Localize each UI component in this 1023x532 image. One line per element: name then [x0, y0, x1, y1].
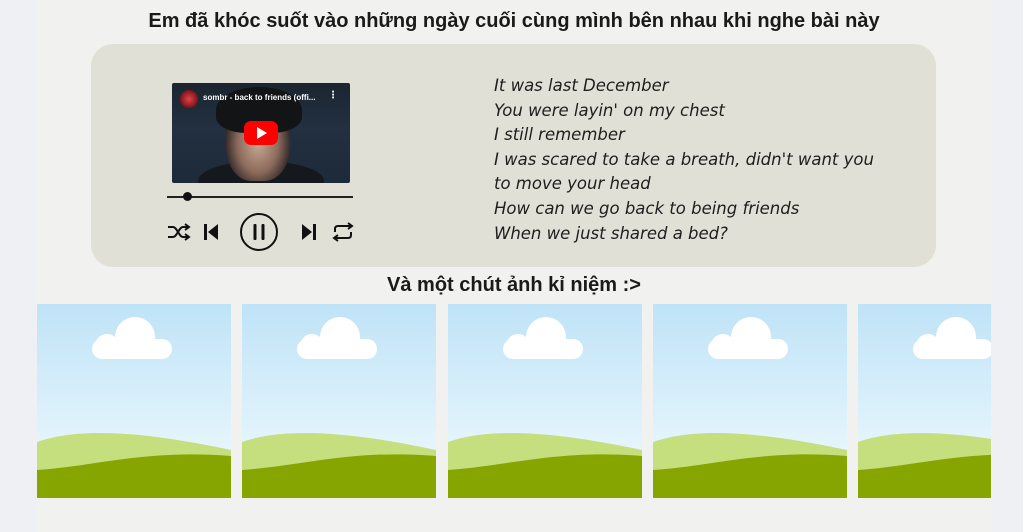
youtube-video-embed[interactable]: sombr - back to friends (offi... ⋮: [172, 83, 350, 183]
player-controls: [167, 212, 355, 252]
next-track-icon[interactable]: [301, 223, 317, 241]
progress-bar[interactable]: [167, 192, 353, 201]
shuffle-icon[interactable]: [167, 222, 191, 242]
lyric-line: to move your head: [494, 174, 651, 194]
photo-placeholder[interactable]: [37, 304, 231, 498]
pause-button[interactable]: [239, 212, 279, 252]
lyric-line: I still remember: [494, 125, 625, 145]
gallery-title: Và một chút ảnh kỉ niệm :>: [387, 274, 641, 296]
lyric-line: I was scared to take a breath, didn't wa…: [494, 149, 874, 169]
photo-placeholder[interactable]: [242, 304, 436, 498]
lyric-line: You were layin' on my chest: [494, 100, 725, 120]
youtube-play-icon[interactable]: [244, 121, 278, 145]
page-title: Em đã khóc suốt vào những ngày cuối cùng…: [148, 10, 880, 32]
lyrics-text: It was last December You were layin' on …: [494, 74, 914, 246]
photo-placeholder[interactable]: [858, 304, 991, 498]
repeat-icon[interactable]: [331, 222, 355, 242]
channel-avatar[interactable]: [180, 90, 198, 108]
lyric-line: When we just shared a bed?: [494, 223, 728, 243]
page: Em đã khóc suốt vào những ngày cuối cùng…: [37, 0, 991, 532]
video-menu-icon[interactable]: ⋮: [328, 91, 338, 101]
lyric-line: It was last December: [494, 76, 669, 95]
progress-knob[interactable]: [183, 192, 193, 201]
photo-placeholder[interactable]: [448, 304, 642, 498]
lyric-line: How can we go back to being friends: [494, 198, 800, 218]
photo-gallery[interactable]: [37, 304, 991, 498]
music-player-card: sombr - back to friends (offi... ⋮ It wa…: [91, 44, 936, 267]
previous-track-icon[interactable]: [203, 223, 219, 241]
video-title[interactable]: sombr - back to friends (offi...: [203, 93, 315, 102]
photo-placeholder[interactable]: [653, 304, 847, 498]
